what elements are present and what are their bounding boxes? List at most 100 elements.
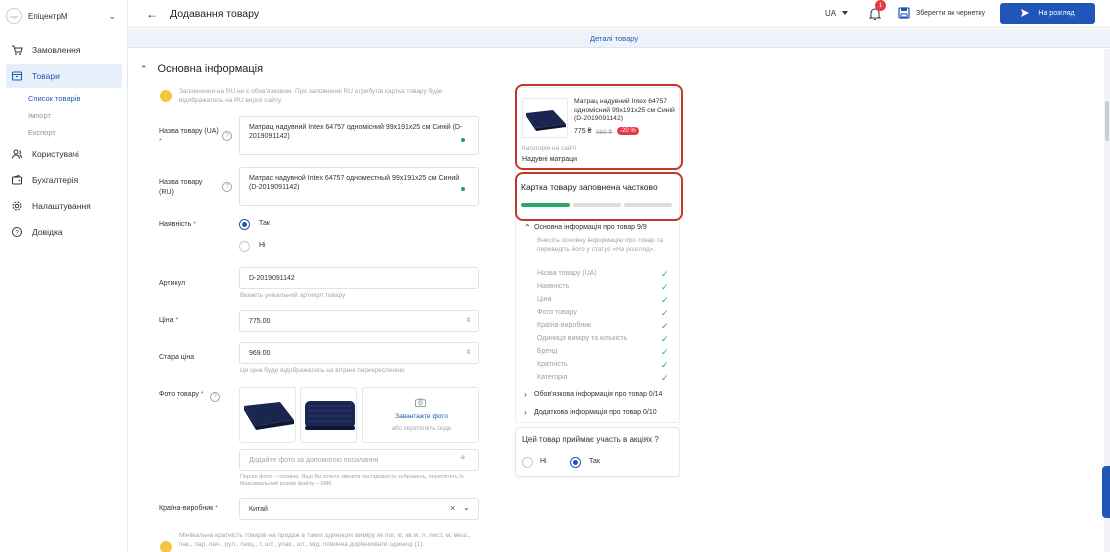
check-icon: ✓ bbox=[661, 282, 669, 292]
back-arrow-icon[interactable]: ← bbox=[146, 7, 158, 21]
availability-yes-radio[interactable] bbox=[239, 219, 250, 230]
upload-photo-link[interactable]: Завантажте фото bbox=[363, 413, 480, 420]
photo-url-input[interactable]: Додайте фото за допомогою посилання bbox=[239, 449, 479, 471]
old-price-field[interactable]: 969.00 bbox=[239, 342, 479, 364]
submit-review-button[interactable]: На розгляд bbox=[1000, 3, 1095, 24]
valid-dot bbox=[461, 138, 465, 142]
currency-sign: ₴ bbox=[467, 350, 471, 356]
product-photo-2[interactable] bbox=[300, 387, 357, 443]
sidebar-item-accounting[interactable]: Бухгалтерія bbox=[6, 168, 122, 192]
check-icon: ✓ bbox=[661, 347, 669, 357]
check-icon: ✓ bbox=[661, 373, 669, 383]
floating-side-tab[interactable] bbox=[1102, 466, 1110, 518]
page-title: Додавання товару bbox=[170, 8, 260, 20]
store-selector[interactable]: logo ЕпіцентрМ ⌄ bbox=[6, 6, 124, 26]
extra-info-group-toggle[interactable]: › Додаткова інформація про товар 0/10 bbox=[524, 408, 657, 417]
price-field[interactable]: 775.00 bbox=[239, 310, 479, 332]
emoji-icon bbox=[160, 541, 172, 552]
promo-yes-radio[interactable] bbox=[570, 457, 581, 468]
photo-upload-dropzone[interactable]: Завантажте фото або перетягніть сюди bbox=[362, 387, 479, 443]
photo-hint: Перше фото – головне. Ящо Ви хочете змін… bbox=[240, 474, 466, 487]
sidebar-item-help[interactable]: ? Довідка bbox=[6, 220, 122, 244]
sku-field[interactable]: D-2019091142 bbox=[239, 267, 479, 289]
chevron-down-icon[interactable]: ⌄ bbox=[463, 503, 470, 512]
check-icon: ✓ bbox=[661, 269, 669, 279]
checklist-item: Назва товару (UA) bbox=[537, 270, 597, 277]
valid-dot bbox=[461, 187, 465, 191]
progress-segment-2 bbox=[573, 203, 621, 207]
sidebar-item-label: Користувачі bbox=[32, 149, 79, 159]
save-icon bbox=[898, 7, 910, 19]
name-ru-field[interactable]: Матрас надувной Intex 64757 одноместный … bbox=[239, 167, 479, 206]
users-icon bbox=[10, 147, 24, 161]
old-price-label: Стара ціна bbox=[159, 354, 195, 361]
emoji-icon bbox=[160, 90, 172, 102]
completeness-title: Картка товару заповнена частково bbox=[521, 182, 658, 192]
main-info-group-label: Основна інформація про товар 9/9 bbox=[534, 224, 647, 231]
checklist-item: Одиниця виміру та кількість bbox=[537, 335, 628, 342]
required-info-group-label: Обов'язкова інформація про товар 0/14 bbox=[534, 391, 663, 398]
check-icon: ✓ bbox=[661, 295, 669, 305]
upload-photo-hint: або перетягніть сюди bbox=[391, 426, 452, 432]
promo-no-radio[interactable] bbox=[522, 457, 533, 468]
availability-label: Наявність * bbox=[159, 221, 196, 228]
multiplicity-hint: Мінімальна кратність товарів на продаж в… bbox=[179, 532, 471, 548]
sidebar-item-label: Бухгалтерія bbox=[32, 175, 79, 185]
sidebar-item-users[interactable]: Користувачі bbox=[6, 142, 122, 166]
main-info-group-toggle[interactable]: ⌃ Основна інформація про товар 9/9 bbox=[524, 223, 647, 232]
sidebar: logo ЕпіцентрМ ⌄ Замовлення Товари Списо… bbox=[0, 0, 128, 552]
main-info-hint: Внесіть основну інформацію про товар та … bbox=[537, 237, 664, 253]
store-name: ЕпіцентрМ bbox=[28, 11, 68, 21]
save-draft-button[interactable]: Зберегти як чернетку bbox=[894, 3, 992, 23]
chevron-up-icon: ⌃ bbox=[140, 63, 148, 74]
name-ua-label: Назва товару (UA) * bbox=[159, 128, 219, 145]
sidebar-item-settings[interactable]: Налаштування bbox=[6, 194, 122, 218]
required-info-group-toggle[interactable]: › Обов'язкова інформація про товар 0/14 bbox=[524, 390, 662, 399]
promo-no-label: Ні bbox=[540, 458, 547, 465]
checklist-item: Бренд bbox=[537, 348, 558, 355]
sidebar-item-orders[interactable]: Замовлення bbox=[6, 38, 122, 62]
country-select[interactable]: Китай bbox=[239, 498, 479, 520]
availability-no-radio[interactable] bbox=[239, 241, 250, 252]
scrollbar-thumb[interactable] bbox=[1105, 101, 1109, 141]
help-icon[interactable]: ? bbox=[222, 131, 232, 141]
sidebar-sub-import[interactable]: Імпорт bbox=[28, 111, 51, 120]
section-title: Основна інформація bbox=[157, 63, 264, 75]
highlight-box-preview bbox=[515, 84, 683, 170]
add-icon[interactable]: + bbox=[460, 453, 466, 464]
sidebar-item-label: Замовлення bbox=[32, 45, 81, 55]
promo-question: Цей товар приймає участь в акціях ? bbox=[522, 435, 659, 444]
product-photo-1[interactable] bbox=[239, 387, 296, 443]
sidebar-item-products[interactable]: Товари bbox=[6, 64, 122, 88]
promo-yes-label: Так bbox=[589, 458, 600, 465]
sidebar-sub-product-list[interactable]: Список товарів bbox=[28, 94, 80, 103]
country-label: Країна-виробник * bbox=[159, 505, 218, 512]
help-icon[interactable]: ? bbox=[210, 392, 220, 402]
checklist-item: Кратність bbox=[537, 361, 568, 368]
checklist-item: Фото товару bbox=[537, 309, 577, 316]
section-header[interactable]: ⌃ Основна інформація bbox=[140, 63, 263, 75]
check-icon: ✓ bbox=[661, 334, 669, 344]
progress-segment-1 bbox=[521, 203, 570, 207]
check-icon: ✓ bbox=[661, 360, 669, 370]
name-ru-label: Назва товару (RU) bbox=[159, 179, 203, 196]
svg-text:?: ? bbox=[15, 230, 19, 236]
promo-card: Цей товар приймає участь в акціях ? Ні Т… bbox=[515, 427, 680, 477]
tab-product-details[interactable]: Деталі товару bbox=[590, 34, 638, 43]
main-content: Деталі товару ⌃ Основна інформація Запов… bbox=[128, 29, 1110, 552]
sidebar-sub-export[interactable]: Експорт bbox=[28, 128, 56, 137]
submit-review-label: На розгляд bbox=[1038, 10, 1075, 17]
caret-down-icon[interactable] bbox=[842, 11, 848, 15]
clear-icon[interactable]: × bbox=[450, 503, 455, 513]
name-ua-field[interactable]: Матрац надувний Intex 64757 одномісний 9… bbox=[239, 116, 479, 155]
check-icon: ✓ bbox=[661, 308, 669, 318]
help-icon[interactable]: ? bbox=[222, 182, 232, 192]
wallet-icon bbox=[10, 173, 24, 187]
language-selector[interactable]: UA bbox=[825, 9, 836, 18]
checklist-item: Країна-виробник bbox=[537, 322, 592, 329]
gear-icon bbox=[10, 199, 24, 213]
sku-label: Артикул bbox=[159, 280, 186, 287]
checklist-item: Наявність bbox=[537, 283, 570, 290]
chevron-down-icon: ⌄ bbox=[108, 10, 116, 21]
box-icon bbox=[10, 69, 24, 83]
